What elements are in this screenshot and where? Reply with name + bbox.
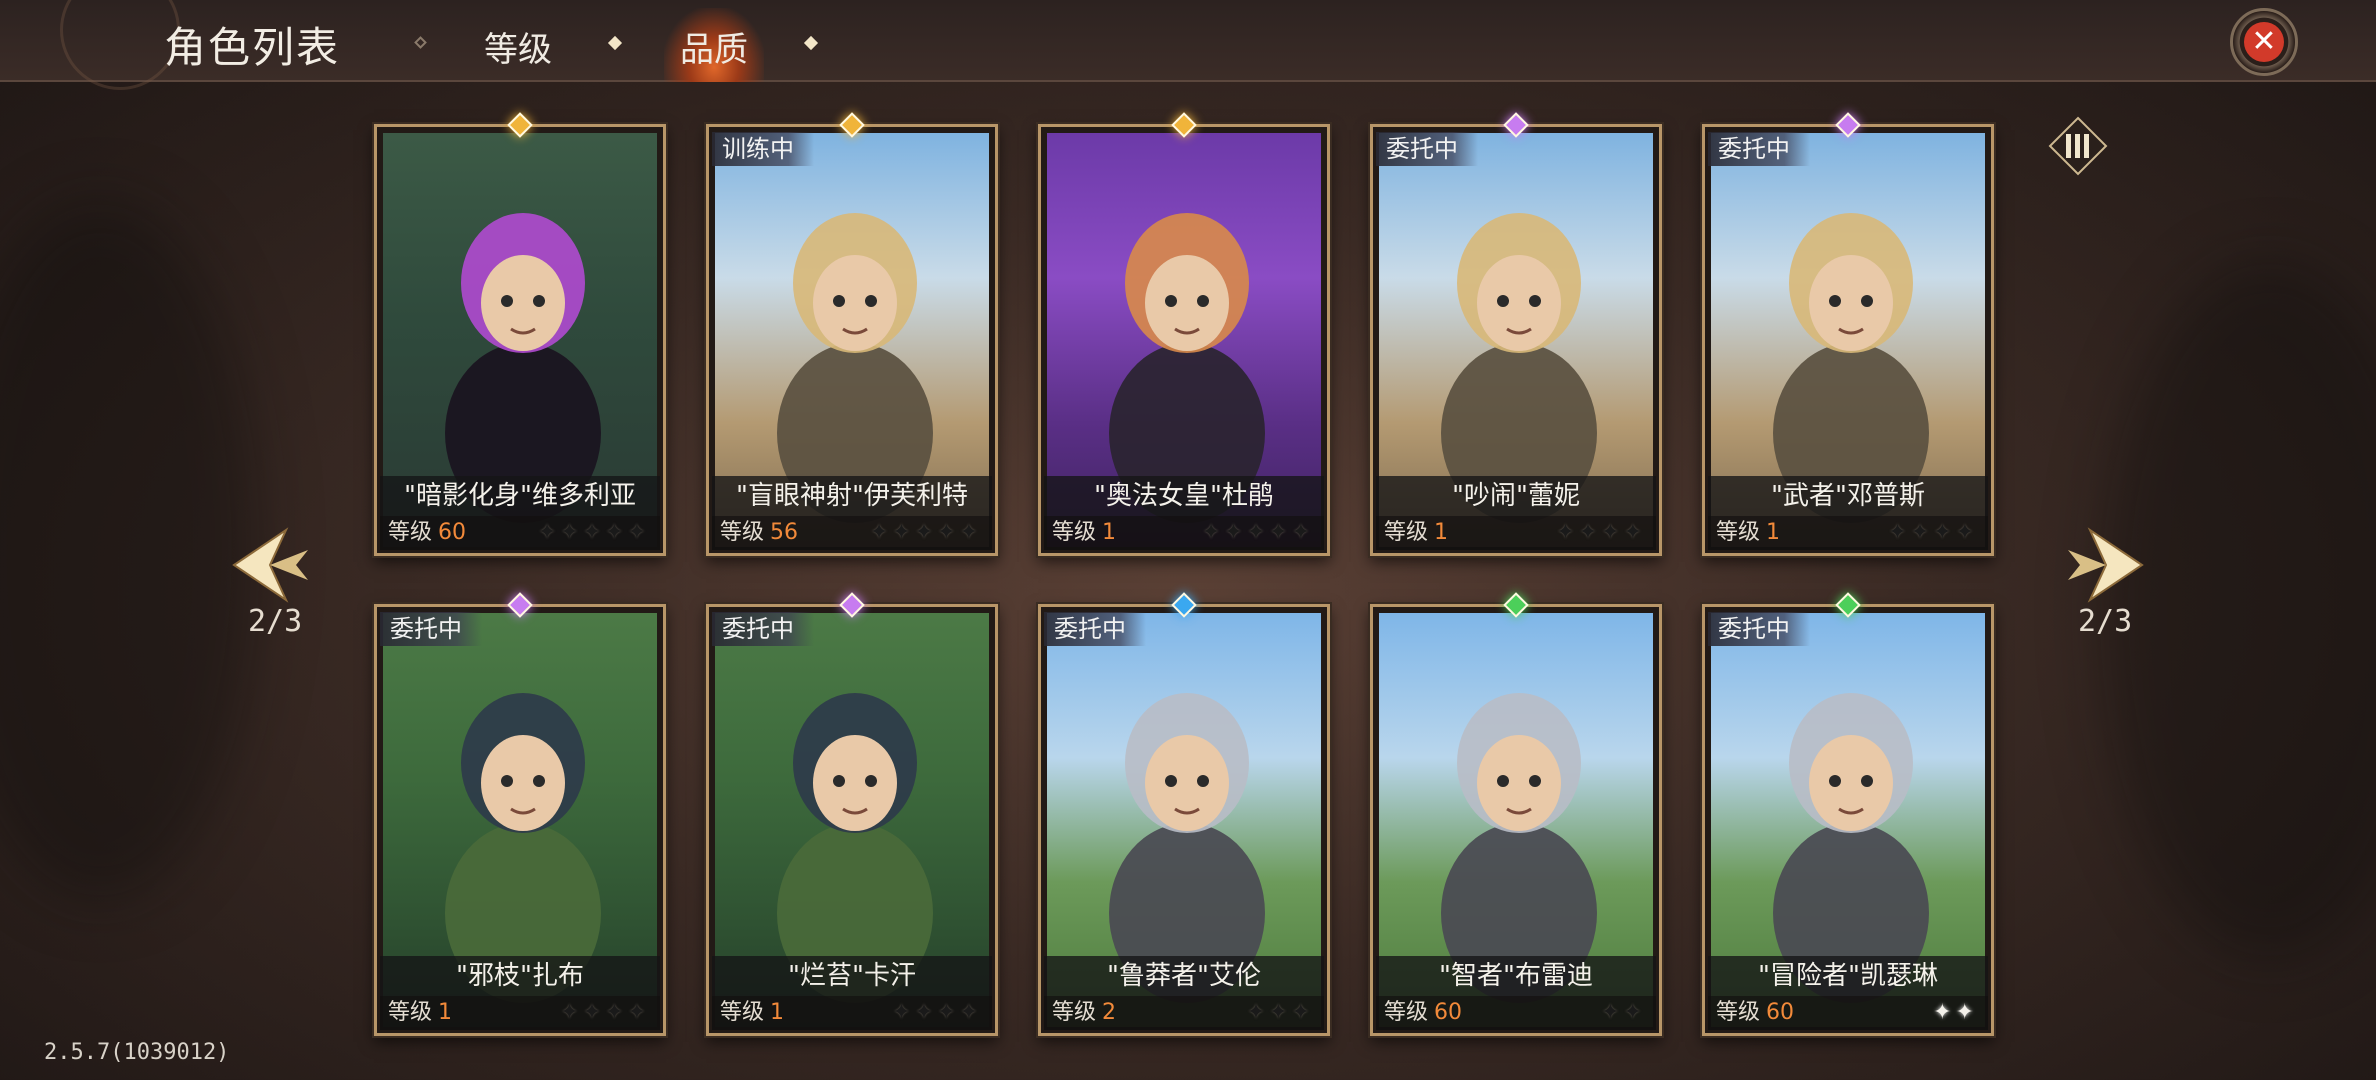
character-card[interactable]: 委托中 "烂苔"卡汗 等级 1 ✦✦✦✦ [706, 592, 998, 1036]
character-card[interactable]: 委托中 "武者"邓普斯 等级 1 ✦✦✦✦ [1702, 112, 1994, 556]
level-value: 60 [438, 520, 467, 545]
star-rating-icon: ✦✦✦✦✦ [1201, 520, 1314, 545]
rarity-gem-icon [1833, 590, 1863, 620]
level-row: 等级 56 ✦✦✦✦✦ [712, 516, 992, 550]
rarity-gem-icon [1501, 110, 1531, 140]
status-tag: 训练中 [712, 132, 814, 166]
character-card[interactable]: "智者"布雷迪 等级 60 ✦✦ [1370, 592, 1662, 1036]
background-shadow [2100, 260, 2376, 960]
level-value: 60 [1434, 1000, 1463, 1025]
level-row: 等级 1 ✦✦✦✦ [1376, 516, 1656, 550]
level-value: 60 [1766, 1000, 1795, 1025]
character-card[interactable]: "奥法女皇"杜鹃 等级 1 ✦✦✦✦✦ [1038, 112, 1330, 556]
character-name: "鲁莽者"艾伦 [1044, 956, 1324, 996]
close-button[interactable]: ✕ [2230, 8, 2298, 76]
character-name: "吵闹"蕾妮 [1376, 476, 1656, 516]
level-value: 1 [1102, 520, 1117, 545]
rarity-gem-icon [505, 110, 535, 140]
level-row: 等级 1 ✦✦✦✦✦ [1044, 516, 1324, 550]
layout-toggle-icon[interactable] [2048, 116, 2108, 176]
level-value: 1 [770, 1000, 785, 1025]
character-name: "智者"布雷迪 [1376, 956, 1656, 996]
rarity-gem-icon [1169, 590, 1199, 620]
star-rating-icon: ✦✦ [1933, 1000, 1978, 1025]
character-name: "武者"邓普斯 [1708, 476, 1988, 516]
level-label: 等级 [720, 520, 765, 545]
level-row: 等级 60 ✦✦✦✦✦ [380, 516, 660, 550]
level-label: 等级 [1052, 1000, 1097, 1025]
level-row: 等级 1 ✦✦✦✦ [1708, 516, 1988, 550]
character-card[interactable]: 委托中 "邪枝"扎布 等级 1 ✦✦✦✦ [374, 592, 666, 1036]
character-name: "奥法女皇"杜鹃 [1044, 476, 1324, 516]
level-row: 等级 1 ✦✦✦✦ [712, 996, 992, 1030]
close-icon: ✕ [2244, 22, 2284, 62]
star-rating-icon: ✦✦ [1601, 1000, 1646, 1025]
status-tag: 委托中 [1376, 132, 1478, 166]
level-label: 等级 [1384, 520, 1429, 545]
level-label: 等级 [1716, 1000, 1761, 1025]
level-label: 等级 [1052, 520, 1097, 545]
tab-quality[interactable]: 品质 [680, 22, 748, 71]
rarity-gem-icon [837, 590, 867, 620]
level-row: 等级 1 ✦✦✦✦ [380, 996, 660, 1030]
star-rating-icon: ✦✦✦✦ [892, 1000, 982, 1025]
status-tag: 委托中 [1708, 612, 1810, 646]
character-card[interactable]: "暗影化身"维多利亚 等级 60 ✦✦✦✦✦ [374, 112, 666, 556]
tab-separator-icon [414, 36, 427, 49]
star-rating-icon: ✦✦✦✦ [1556, 520, 1646, 545]
character-name: "暗影化身"维多利亚 [380, 476, 660, 516]
level-value: 2 [1102, 1000, 1117, 1025]
star-rating-icon: ✦✦✦✦✦ [869, 520, 982, 545]
character-card[interactable]: 训练中 "盲眼神射"伊芙利特 等级 56 ✦✦✦✦✦ [706, 112, 998, 556]
character-card[interactable]: 委托中 "鲁莽者"艾伦 等级 2 ✦✦✦ [1038, 592, 1330, 1036]
level-row: 等级 60 ✦✦ [1376, 996, 1656, 1030]
character-name: "冒险者"凯瑟琳 [1708, 956, 1988, 996]
star-rating-icon: ✦✦✦✦ [560, 1000, 650, 1025]
status-tag: 委托中 [1708, 132, 1810, 166]
level-label: 等级 [388, 520, 433, 545]
tab-separator-icon [803, 35, 819, 51]
version-label: 2.5.7(1039012) [44, 1040, 230, 1065]
level-value: 56 [770, 520, 799, 545]
compass-decoration [60, 0, 180, 90]
level-row: 等级 2 ✦✦✦ [1044, 996, 1324, 1030]
prev-page-arrow-icon[interactable] [226, 520, 316, 610]
character-name: "盲眼神射"伊芙利特 [712, 476, 992, 516]
rarity-gem-icon [837, 110, 867, 140]
background-shadow [0, 200, 260, 900]
rarity-gem-icon [1169, 110, 1199, 140]
page-indicator-right: 2/3 [2078, 604, 2133, 639]
page-indicator-left: 2/3 [248, 604, 303, 639]
character-card[interactable]: 委托中 "冒险者"凯瑟琳 等级 60 ✦✦ [1702, 592, 1994, 1036]
page-title: 角色列表 [164, 23, 341, 72]
character-card[interactable]: 委托中 "吵闹"蕾妮 等级 1 ✦✦✦✦ [1370, 112, 1662, 556]
rarity-gem-icon [1833, 110, 1863, 140]
next-page-arrow-icon[interactable] [2060, 520, 2150, 610]
status-tag: 委托中 [712, 612, 814, 646]
level-value: 1 [438, 1000, 453, 1025]
level-label: 等级 [388, 1000, 433, 1025]
tab-separator-icon [607, 35, 623, 51]
level-label: 等级 [720, 1000, 765, 1025]
level-label: 等级 [1716, 520, 1761, 545]
level-row: 等级 60 ✦✦ [1708, 996, 1988, 1030]
level-label: 等级 [1384, 1000, 1429, 1025]
character-name: "邪枝"扎布 [380, 956, 660, 996]
star-rating-icon: ✦✦✦✦✦ [537, 520, 650, 545]
character-name: "烂苔"卡汗 [712, 956, 992, 996]
star-rating-icon: ✦✦✦✦ [1888, 520, 1978, 545]
star-rating-icon: ✦✦✦ [1246, 1000, 1314, 1025]
rarity-gem-icon [505, 590, 535, 620]
level-value: 1 [1766, 520, 1781, 545]
status-tag: 委托中 [380, 612, 482, 646]
rarity-gem-icon [1501, 590, 1531, 620]
status-tag: 委托中 [1044, 612, 1146, 646]
tab-level[interactable]: 等级 [484, 22, 552, 71]
level-value: 1 [1434, 520, 1449, 545]
top-bar: 角色列表 等级 品质 ✕ [0, 0, 2376, 90]
